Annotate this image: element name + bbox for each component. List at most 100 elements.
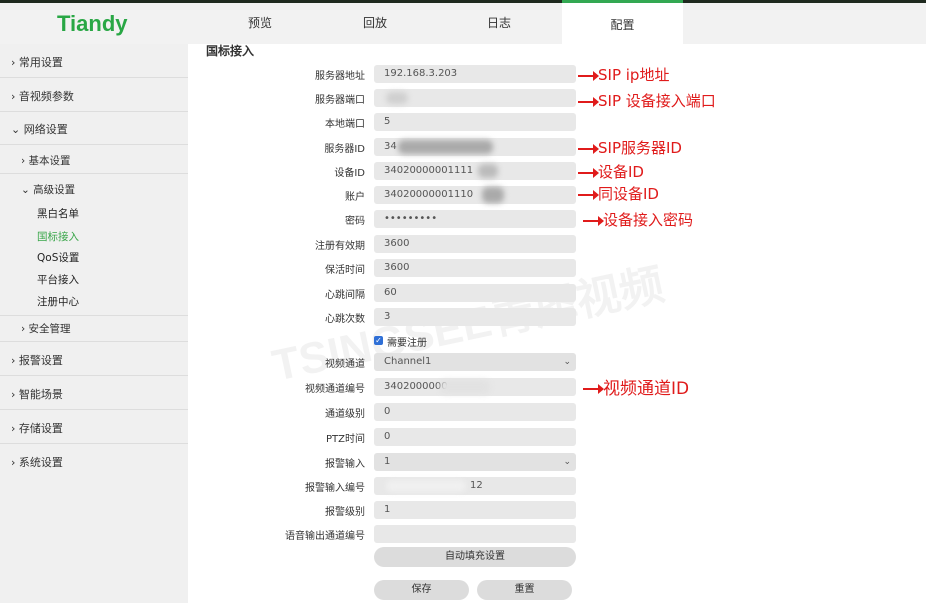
video-channel-select[interactable]: Channel1 ⌄ xyxy=(374,353,576,371)
label-alarm-input: 报警输入 xyxy=(325,459,365,470)
annotation-video-channel-id: 视频通道ID xyxy=(583,374,689,399)
annotation-sip-port: SIP 设备接入端口 xyxy=(578,90,716,111)
tab-playback[interactable]: 回放 xyxy=(320,3,430,44)
label-password: 密码 xyxy=(345,216,365,227)
sidebar-item-label: 存储设置 xyxy=(18,422,63,435)
chevron-down-icon: ⌄ xyxy=(11,123,21,136)
sidebar: › 常用设置 › 音视频参数 ⌄ 网络设置 › 基本设置 ⌄ 高级设置 黑白名单… xyxy=(0,44,188,603)
autofill-button[interactable]: 自动填充设置 xyxy=(374,547,576,567)
page-title: 国标接入 xyxy=(206,44,255,58)
arrow-right-icon xyxy=(578,70,599,81)
tab-preview[interactable]: 预览 xyxy=(205,3,315,44)
sidebar-item-av-params[interactable]: › 音视频参数 xyxy=(0,84,188,112)
chevron-right-icon: › xyxy=(21,155,26,167)
chevron-right-icon: › xyxy=(21,323,26,335)
sidebar-item-smart-scene[interactable]: › 智能场景 xyxy=(0,382,188,410)
video-channel-value: Channel1 xyxy=(384,356,432,367)
label-alarm-input-number: 报警输入编号 xyxy=(305,483,365,494)
alarm-level-input[interactable]: 1 xyxy=(374,501,576,519)
reset-button[interactable]: 重置 xyxy=(477,580,572,600)
register-checkbox-label: 需要注册 xyxy=(387,338,427,349)
arrow-right-icon xyxy=(578,167,599,178)
sidebar-item-storage-settings[interactable]: › 存储设置 xyxy=(0,416,188,444)
tiandy-logo: Tiandy xyxy=(57,11,128,36)
label-heartbeat-count: 心跳次数 xyxy=(325,314,365,325)
save-button[interactable]: 保存 xyxy=(374,580,469,600)
annotation-device-password: 设备接入密码 xyxy=(583,209,693,230)
arrow-right-icon xyxy=(583,215,604,226)
redaction-blur xyxy=(482,187,504,203)
password-input[interactable]: ••••••••• xyxy=(374,210,576,228)
sidebar-item-label: 音视频参数 xyxy=(18,90,74,103)
sidebar-item-register-center[interactable]: 注册中心 xyxy=(0,292,188,316)
sidebar-item-label: 基本设置 xyxy=(28,155,71,167)
arrow-right-icon xyxy=(578,189,599,200)
chevron-right-icon: › xyxy=(11,422,16,435)
alarm-input-value: 1 xyxy=(384,456,391,467)
sidebar-item-label: 系统设置 xyxy=(18,456,63,469)
annotation-sip-server-id: SIP服务器ID xyxy=(578,137,682,158)
chevron-right-icon: › xyxy=(11,354,16,367)
chevron-down-icon: ⌄ xyxy=(563,457,571,467)
sidebar-item-platform-access[interactable]: 平台接入 xyxy=(0,270,188,290)
sidebar-item-network-settings[interactable]: ⌄ 网络设置 xyxy=(0,117,188,145)
chevron-right-icon: › xyxy=(11,90,16,103)
annotation-sip-ip: SIP ip地址 xyxy=(578,64,669,85)
sidebar-item-advanced-settings[interactable]: ⌄ 高级设置 xyxy=(0,180,188,200)
label-local-port: 本地端口 xyxy=(325,119,365,130)
label-ptz-time: PTZ时间 xyxy=(326,434,365,445)
label-audio-output-channel-number: 语音输出通道编号 xyxy=(285,531,365,542)
sidebar-item-gb-access[interactable]: 国标接入 xyxy=(0,227,188,247)
sidebar-item-blacklist[interactable]: 黑白名单 xyxy=(0,204,188,224)
audio-output-channel-number-input[interactable] xyxy=(374,525,576,543)
chevron-down-icon: ⌄ xyxy=(21,184,30,196)
sidebar-item-basic-settings[interactable]: › 基本设置 xyxy=(0,150,188,174)
tab-log[interactable]: 日志 xyxy=(444,3,554,44)
sidebar-item-label: 高级设置 xyxy=(33,184,76,196)
device-id-input[interactable]: 34020000001111 xyxy=(374,162,576,180)
label-server-port: 服务器端口 xyxy=(315,95,365,106)
arrow-right-icon xyxy=(578,143,599,154)
channel-level-input[interactable]: 0 xyxy=(374,403,576,421)
arrow-right-icon xyxy=(578,96,599,107)
redaction-blur xyxy=(440,380,490,394)
sidebar-item-security[interactable]: › 安全管理 xyxy=(0,318,188,342)
sidebar-item-common-settings[interactable]: › 常用设置 xyxy=(0,50,188,78)
heartbeat-interval-input[interactable]: 60 xyxy=(374,284,576,302)
label-server-id: 服务器ID xyxy=(324,144,365,155)
label-register-expiry: 注册有效期 xyxy=(315,241,365,252)
label-channel-level: 通道级别 xyxy=(325,409,365,420)
arrow-right-icon xyxy=(583,384,604,394)
sidebar-item-label: 安全管理 xyxy=(28,323,71,335)
account-input[interactable]: 34020000001110 xyxy=(374,186,576,204)
server-address-input[interactable]: 192.168.3.203 xyxy=(374,65,576,83)
chevron-down-icon: ⌄ xyxy=(563,357,571,367)
redaction-blur xyxy=(386,480,466,492)
register-expiry-input[interactable]: 3600 xyxy=(374,235,576,253)
label-keepalive-time: 保活时间 xyxy=(325,265,365,276)
sidebar-item-system-settings[interactable]: › 系统设置 xyxy=(0,450,188,478)
local-port-input[interactable]: 5 xyxy=(374,113,576,131)
sidebar-item-label: 智能场景 xyxy=(18,388,63,401)
tab-config[interactable]: 配置 xyxy=(562,0,683,47)
annotation-device-id: 设备ID xyxy=(578,161,644,182)
redaction-blur xyxy=(478,164,498,178)
label-video-channel: 视频通道 xyxy=(325,359,365,370)
register-checkbox[interactable]: ✓ xyxy=(374,336,383,345)
top-navigation-bar: Tiandy 预览 回放 日志 配置 xyxy=(0,0,926,47)
chevron-right-icon: › xyxy=(11,456,16,469)
sidebar-item-label: 常用设置 xyxy=(18,56,63,69)
ptz-time-input[interactable]: 0 xyxy=(374,428,576,446)
label-account: 账户 xyxy=(345,192,365,203)
sidebar-item-label: 报警设置 xyxy=(18,354,63,367)
heartbeat-count-input[interactable]: 3 xyxy=(374,308,576,326)
label-server-address: 服务器地址 xyxy=(315,71,365,82)
label-alarm-level: 报警级别 xyxy=(325,507,365,518)
sidebar-item-alarm-settings[interactable]: › 报警设置 xyxy=(0,348,188,376)
sidebar-item-label: 网络设置 xyxy=(23,123,68,136)
keepalive-time-input[interactable]: 3600 xyxy=(374,259,576,277)
chevron-right-icon: › xyxy=(11,388,16,401)
alarm-input-select[interactable]: 1 ⌄ xyxy=(374,453,576,471)
annotation-same-device-id: 同设备ID xyxy=(578,183,659,204)
sidebar-item-qos[interactable]: QoS设置 xyxy=(0,248,188,268)
